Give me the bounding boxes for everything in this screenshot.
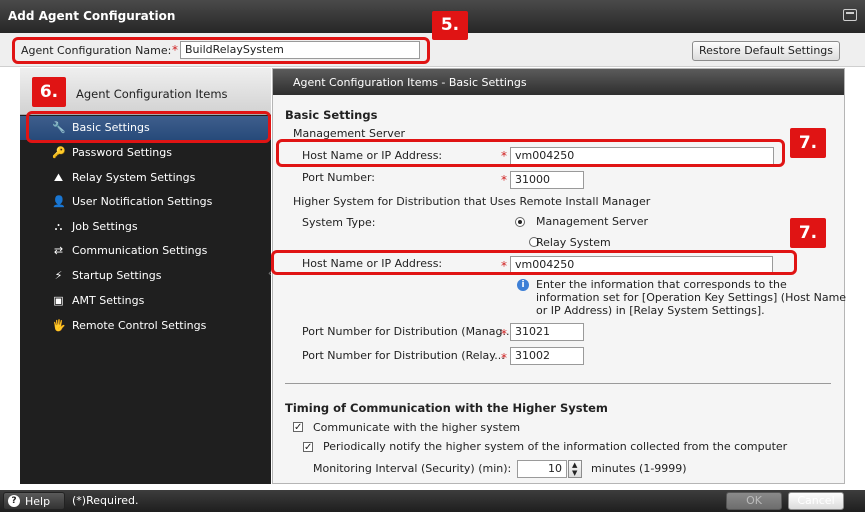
sidebar-item-relay-system-settings[interactable]: ⛰ Relay System Settings [20,166,271,190]
radio-relay-system-label: Relay System [536,236,611,249]
startup-icon: ⚡ [54,269,63,282]
sidebar-item-label: Relay System Settings [72,171,196,184]
sidebar-title: Agent Configuration Items [76,87,228,101]
user-notification-icon: 👤 [52,195,66,208]
system-type-label: System Type: [302,216,376,229]
maximize-button[interactable] [843,9,857,21]
callout-badge-5: 5. [432,11,468,40]
required-mark: * [501,351,507,365]
notify-label: Periodically notify the higher system of… [323,440,788,453]
sidebar-item-label: Remote Control Settings [72,319,207,332]
stepper-up-icon[interactable]: ▲ [572,461,577,469]
section-basic-settings: Basic Settings [285,108,378,122]
sidebar-item-password-settings[interactable]: 🔑 Password Settings [20,141,271,165]
relay-icon: ⛰ [53,171,64,184]
port-dist-relay-label: Port Number for Distribution (Relay... [302,349,505,362]
job-icon: ⛬ [54,220,63,233]
info-text-line-2: information set for [Operation Key Setti… [536,291,847,304]
sidebar-item-amt-settings[interactable]: ▣ AMT Settings [20,289,271,313]
cancel-button[interactable]: Cancel [788,492,844,510]
help-icon: ? [8,495,20,507]
notify-checkbox[interactable]: ✓ [303,442,313,453]
help-button[interactable]: ? Help [3,492,65,510]
callout-box-6 [26,111,271,143]
amt-icon: ▣ [53,294,64,307]
info-text-line-3: or IP Address) in [Relay System Settings… [536,304,765,317]
stepper-down-icon[interactable]: ▼ [572,469,577,477]
info-icon: i [517,279,529,291]
port-number-input[interactable]: 31000 [510,171,584,189]
radio-management-server-label: Management Server [536,215,649,228]
communicate-checkbox[interactable]: ✓ [293,422,303,433]
sidebar-item-label: Password Settings [72,146,172,159]
settings-panel: Agent Configuration Items - Basic Settin… [272,68,847,484]
section-divider [285,383,831,384]
sidebar-item-startup-settings[interactable]: ⚡ Startup Settings [20,264,271,288]
help-label: Help [25,495,51,508]
sidebar-item-communication-settings[interactable]: ⇄ Communication Settings [20,239,271,263]
panel-header-title: Agent Configuration Items - Basic Settin… [293,76,527,89]
sidebar-item-user-notification-settings[interactable]: 👤 User Notification Settings [20,190,271,214]
required-mark: * [501,327,507,341]
communicate-label: Communicate with the higher system [313,421,521,434]
sidebar-item-label: AMT Settings [72,294,145,307]
monitoring-interval-input[interactable]: 10 [517,460,567,478]
radio-management-server[interactable] [515,217,525,227]
sidebar-item-job-settings[interactable]: ⛬ Job Settings [20,215,271,239]
window-title: Add Agent Configuration [8,9,176,23]
monitoring-interval-stepper[interactable]: ▲ ▼ [568,460,582,478]
port-dist-relay-input[interactable]: 31002 [510,347,584,365]
communication-icon: ⇄ [53,244,64,257]
panel-header: Agent Configuration Items - Basic Settin… [273,69,844,95]
section-timing: Timing of Communication with the Higher … [285,401,608,415]
required-note: (*)Required. [72,494,139,507]
monitoring-interval-label: Monitoring Interval (Security) (min): [313,462,512,475]
sidebar-item-label: Job Settings [72,220,138,233]
higher-system-label: Higher System for Distribution that Uses… [293,195,651,208]
callout-badge-7a: 7. [790,128,826,158]
callout-badge-6: 6. [32,77,66,107]
key-icon: 🔑 [52,146,66,159]
port-dist-manager-input[interactable]: 31021 [510,323,584,341]
restore-defaults-button[interactable]: Restore Default Settings [692,41,840,61]
sidebar-item-label: Startup Settings [72,269,162,282]
remote-control-icon: 🖐 [52,319,66,332]
footer-bar: ? Help (*)Required. OK Cancel [0,490,865,512]
sidebar-item-label: Communication Settings [72,244,208,257]
ok-button[interactable]: OK [726,492,782,510]
callout-box-7b [271,250,797,275]
sidebar-item-remote-control-settings[interactable]: 🖐 Remote Control Settings [20,314,271,338]
port-dist-manager-label: Port Number for Distribution (Manag... [302,325,513,338]
callout-badge-7b: 7. [790,218,826,248]
monitoring-interval-unit: minutes (1-9999) [591,462,687,475]
port-number-label: Port Number: [302,171,376,184]
info-text-line-1: Enter the information that corresponds t… [536,278,787,291]
sidebar-item-label: User Notification Settings [72,195,213,208]
required-mark: * [501,173,507,187]
callout-box-7a [276,139,785,167]
callout-box-5 [12,37,430,64]
